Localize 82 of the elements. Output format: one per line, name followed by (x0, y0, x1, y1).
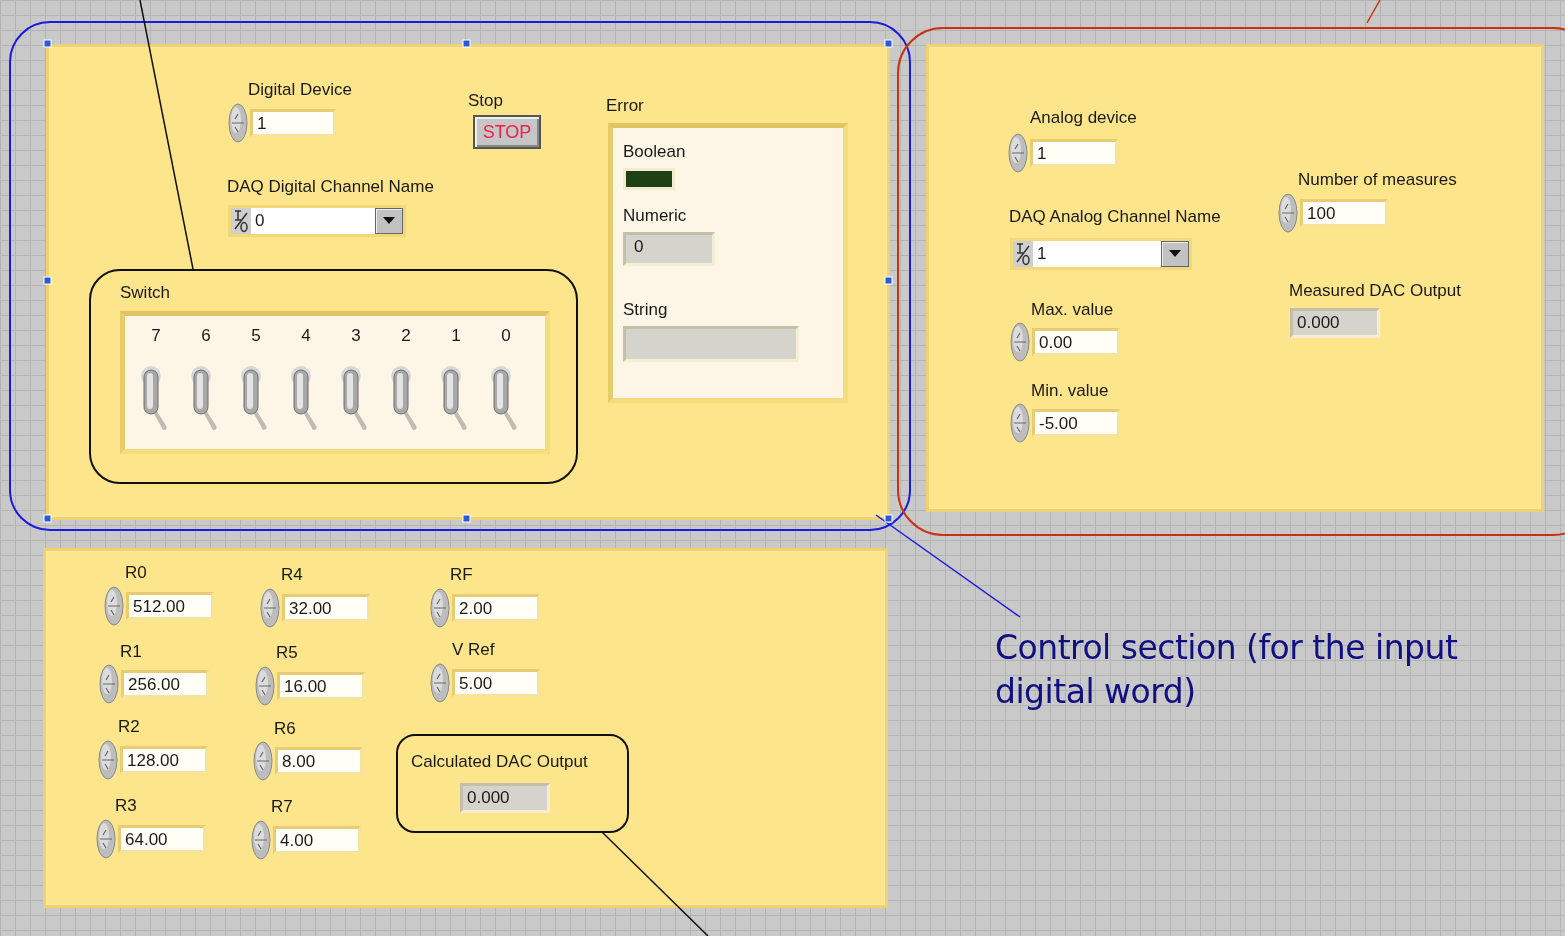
spin-button[interactable] (1010, 322, 1030, 362)
number-field[interactable]: 100 (1300, 199, 1388, 227)
spin-button[interactable] (430, 588, 450, 628)
indicator-field: 0.000 (1290, 308, 1380, 338)
number-field[interactable]: 128.00 (120, 746, 208, 774)
selection-handle[interactable] (462, 39, 471, 48)
control-label: Measured DAC Output (1289, 281, 1461, 301)
bit-label: 1 (451, 326, 461, 346)
spin-button[interactable] (253, 741, 273, 781)
number-field[interactable]: 1 (1030, 139, 1118, 167)
number-field[interactable]: 1 (250, 109, 336, 137)
indicator-field: 0 (623, 232, 715, 266)
control-label: R1 (120, 642, 142, 662)
bit-label: 5 (251, 326, 261, 346)
control-label: Digital Device (248, 80, 352, 100)
selection-handle[interactable] (884, 514, 893, 523)
spin-button[interactable] (96, 819, 116, 859)
control-label: Number of measures (1298, 170, 1457, 190)
caret-icon (383, 217, 395, 225)
control-label: R0 (125, 563, 147, 583)
io-icon (231, 208, 251, 234)
number-field[interactable]: 512.00 (126, 592, 214, 620)
control-label: R2 (118, 717, 140, 737)
bit-label: 3 (351, 326, 361, 346)
leader-line (1366, 0, 1381, 24)
control-label: R6 (274, 719, 296, 739)
selection-handle[interactable] (462, 514, 471, 523)
spin-button[interactable] (104, 586, 124, 626)
number-field[interactable]: 256.00 (121, 670, 209, 698)
indicator-field: 0.000 (460, 783, 550, 813)
control-label: Boolean (623, 142, 686, 162)
control-label: R5 (276, 643, 298, 663)
spin-button[interactable] (1008, 133, 1028, 173)
spin-button[interactable] (251, 820, 271, 860)
control-label: DAQ Analog Channel Name (1009, 207, 1221, 227)
control-label: Max. value (1031, 300, 1114, 320)
number-field[interactable]: 32.00 (282, 594, 370, 622)
bit-label: 4 (301, 326, 311, 346)
control-label: Numeric (623, 206, 687, 226)
selection-handle[interactable] (43, 276, 52, 285)
control-label: String (623, 300, 668, 320)
control-label: Analog device (1030, 108, 1137, 128)
io-icon (1013, 241, 1033, 267)
number-field[interactable]: 0.00 (1032, 328, 1120, 356)
number-field[interactable]: 64.00 (118, 825, 206, 853)
selection-handle[interactable] (43, 39, 52, 48)
number-field[interactable]: 5.00 (452, 669, 540, 697)
selection-handle[interactable] (884, 39, 893, 48)
number-field[interactable]: -5.00 (1032, 409, 1120, 437)
control-label: Stop (468, 91, 503, 111)
spin-button[interactable] (99, 664, 119, 704)
bit-label: 0 (501, 326, 511, 346)
control-label: R4 (281, 565, 303, 585)
cluster-label: Error (606, 96, 644, 116)
bit-label: 6 (201, 326, 211, 346)
caret-icon (1169, 250, 1181, 258)
bit-label: 7 (151, 326, 161, 346)
control-label: V Ref (452, 640, 495, 660)
spin-button[interactable] (430, 663, 450, 703)
spin-button[interactable] (1010, 403, 1030, 443)
spin-button[interactable] (228, 103, 248, 143)
control-label: Min. value (1031, 381, 1109, 401)
number-field[interactable]: 8.00 (275, 747, 363, 775)
number-field[interactable]: 4.00 (273, 826, 361, 854)
number-field[interactable]: 2.00 (452, 594, 540, 622)
spin-button[interactable] (260, 588, 280, 628)
selection-handle[interactable] (884, 276, 893, 285)
spin-button[interactable] (98, 740, 118, 780)
control-label: R3 (115, 796, 137, 816)
array-label: Switch (120, 283, 171, 303)
control-label: RF (450, 565, 473, 585)
control-label: R7 (271, 797, 293, 817)
selection-handle[interactable] (43, 514, 52, 523)
control-label: Calculated DAC Output (411, 752, 588, 772)
bit-label: 2 (401, 326, 411, 346)
number-field[interactable]: 16.00 (277, 672, 365, 700)
dropdown-button[interactable] (375, 208, 403, 234)
control-label: DAQ Digital Channel Name (227, 177, 434, 197)
spin-button[interactable] (255, 666, 275, 706)
spin-button[interactable] (1278, 193, 1298, 233)
annotation-text: Control section (for the input digital word) (995, 627, 1459, 713)
dropdown-button[interactable] (1161, 241, 1189, 267)
